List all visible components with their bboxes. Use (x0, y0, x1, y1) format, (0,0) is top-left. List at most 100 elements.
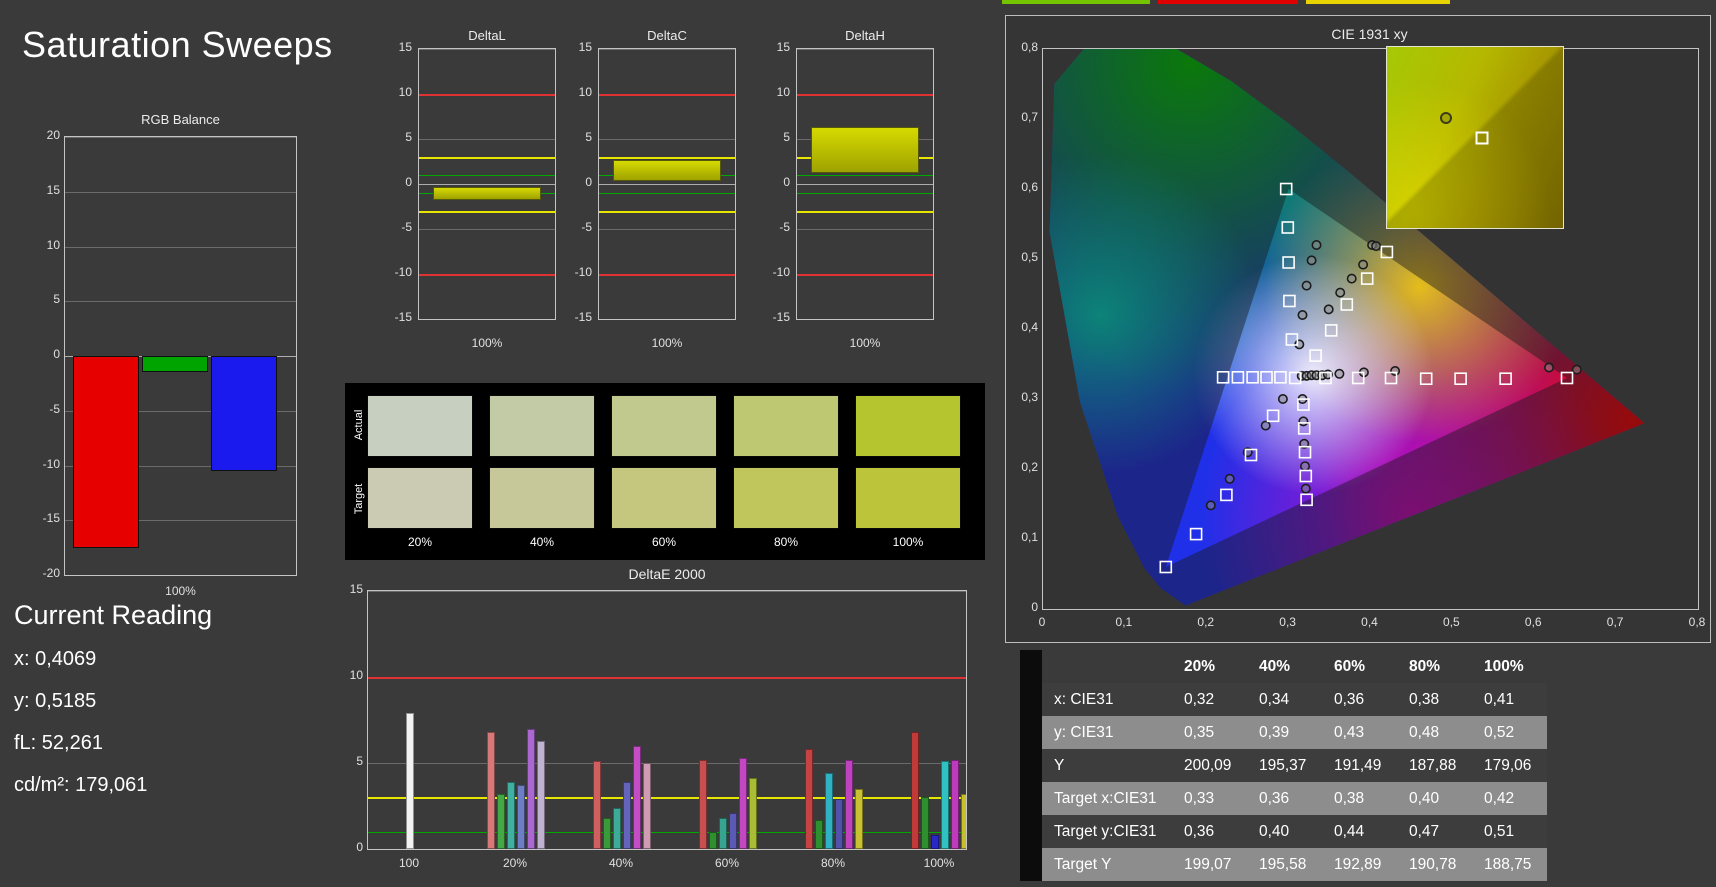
table-left-strip (1020, 650, 1042, 881)
table-header-cell (1042, 650, 1172, 683)
table-cell: 0,39 (1259, 724, 1290, 741)
measured-point (1300, 483, 1311, 494)
cie-y-tick: 0,8 (1021, 40, 1038, 54)
deltae-bar (497, 793, 505, 849)
measurement-table: 20% 40% 60% 80% 100% x: CIE31 0,32 0,34 0,36 0,38… (1042, 650, 1547, 881)
rgb-balance-plot (64, 136, 297, 576)
delta-l-chart: DeltaL 100% 15 10 5 0 -5 -10 -15 (380, 26, 560, 376)
rgb-bar-red (73, 356, 139, 548)
cie-y-tick: 0,1 (1021, 530, 1038, 544)
reading-cdm2: cd/m²: 179,061 (14, 774, 148, 796)
gridline (65, 137, 296, 138)
limit-line-green (599, 193, 735, 194)
table-cell: 0,40 (1409, 790, 1440, 807)
cie-x-tick: 0,4 (1361, 615, 1378, 629)
deltae-bar (623, 781, 631, 849)
cie-y-tick: 0 (1031, 600, 1038, 614)
y-tick-label: -5 (401, 220, 412, 234)
table-row: Target x:CIE31 0,33 0,36 0,38 0,40 0,42 (1042, 782, 1547, 815)
table-cell: 0,44 (1334, 823, 1365, 840)
cie-x-tick: 0,3 (1279, 615, 1296, 629)
saturation-percent-label: 80% (773, 535, 799, 549)
saturation-percent-label: 60% (651, 535, 677, 549)
y-tick-label: 10 (46, 237, 60, 252)
table-row: y: CIE31 0,35 0,39 0,43 0,48 0,52 (1042, 716, 1547, 749)
deltae-bar (507, 781, 515, 849)
gridline (599, 139, 735, 140)
delta-e-plot (367, 590, 967, 850)
y-tick-label: -15 (42, 511, 60, 526)
deltae-bar (719, 818, 727, 849)
gridline (599, 184, 735, 185)
deltae-bar (961, 793, 966, 849)
table-cell: 0,42 (1484, 790, 1515, 807)
y-tick-label: -15 (394, 310, 412, 324)
y-tick-label: 15 (776, 40, 790, 54)
limit-line-green (368, 831, 966, 833)
table-cell: 0,36 (1184, 823, 1215, 840)
delta-range-bar (613, 159, 721, 182)
cie-x-tick: 0,2 (1197, 615, 1215, 629)
target-swatch (489, 467, 595, 529)
table-cell: 190,78 (1409, 856, 1457, 873)
actual-swatch (733, 395, 839, 457)
y-tick-label: 5 (53, 292, 60, 307)
deltae-bar (613, 807, 621, 849)
deltae-bar (633, 745, 641, 849)
table-cell: 0,32 (1184, 691, 1215, 708)
deltae-bar (643, 763, 651, 849)
cie-x-tick: 0 (1038, 615, 1046, 629)
measured-point (1311, 240, 1322, 251)
y-tick-label: 0 (405, 175, 412, 189)
measured-point (1543, 362, 1554, 373)
saturation-percent-label: 100% (892, 535, 924, 549)
top-strip-segment (1158, 0, 1298, 4)
table-cell: 191,49 (1334, 757, 1382, 774)
deltae-bar (527, 728, 535, 849)
gridline (797, 229, 933, 230)
deltae-bar (845, 759, 853, 849)
rgb-balance-title: RGB Balance (141, 112, 220, 127)
table-cell: 0,48 (1409, 724, 1440, 741)
delta-e-2000-chart: DeltaE 2000 15 10 5 0 100 20% 40% 60% 80% 100% (345, 566, 985, 884)
y-tick-label: -15 (574, 310, 592, 324)
actual-swatch (367, 395, 473, 457)
limit-line-yellow (599, 157, 735, 159)
deltae-bar (835, 799, 843, 849)
y-tick-label: 10 (578, 85, 592, 99)
y-tick-label: 5 (405, 130, 412, 144)
page-title: Saturation Sweeps (22, 24, 333, 65)
measured-point (1346, 273, 1357, 284)
table-header-cell: 40% (1259, 658, 1291, 675)
delta-c-title: DeltaC (647, 28, 687, 43)
target-swatch (855, 467, 961, 529)
deltae-bar (537, 740, 545, 849)
y-tick-label: 5 (356, 754, 363, 768)
table-cell: 192,89 (1334, 856, 1382, 873)
measured-point (1277, 393, 1288, 404)
cie-diagram (1049, 49, 1645, 606)
delta-h-title: DeltaH (845, 28, 885, 43)
limit-line-yellow (419, 157, 555, 159)
table-cell: 0,34 (1259, 691, 1290, 708)
target-swatch (611, 467, 717, 529)
reading-fl: fL: 52,261 (14, 732, 103, 754)
measured-point (1298, 416, 1309, 427)
deltae-bar (603, 818, 611, 849)
row-label: x: CIE31 (1054, 691, 1114, 708)
saturation-percent-label: 20% (407, 535, 433, 549)
x-category-label: 40% (608, 856, 634, 870)
measured-point (1358, 259, 1369, 270)
table-cell: 0,52 (1484, 724, 1515, 741)
table-row: Y 200,09 195,37 191,49 187,88 179,06 (1042, 749, 1547, 782)
gridline (797, 184, 933, 185)
gridline (65, 301, 296, 303)
limit-line-red (797, 274, 933, 276)
cie-y-tick: 0,2 (1021, 460, 1038, 474)
deltae-bar (941, 761, 949, 849)
limit-line-yellow (599, 211, 735, 213)
deltae-bar (487, 732, 495, 849)
measured-point (1224, 473, 1235, 484)
cie-plot (1042, 48, 1699, 610)
delta-h-plot (796, 48, 934, 320)
